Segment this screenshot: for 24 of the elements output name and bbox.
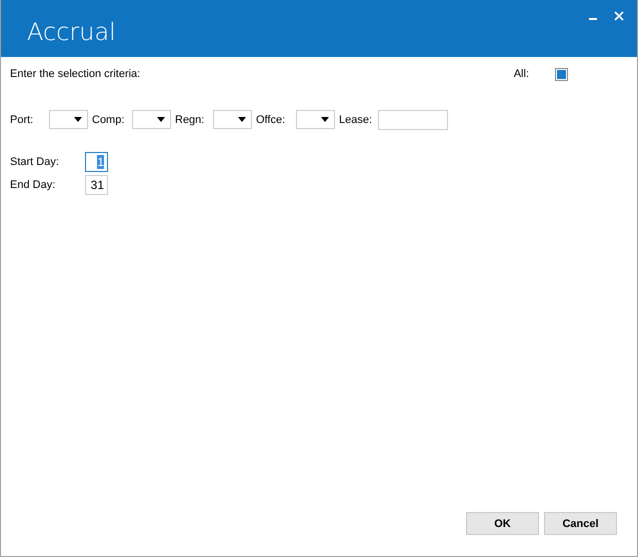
caret-icon — [157, 117, 165, 122]
all-checkbox[interactable] — [555, 68, 568, 80]
field-label: Offce: — [256, 114, 286, 126]
close-icon[interactable] — [613, 10, 625, 22]
ok-button[interactable]: OK — [466, 512, 539, 535]
field-label: Comp: — [92, 114, 126, 126]
caret-icon — [238, 117, 246, 122]
lease-field[interactable] — [378, 110, 448, 130]
field-label: Port: — [10, 114, 34, 126]
day-label: Start Day: — [10, 156, 60, 168]
prompt-text: Enter the selection criteria: — [10, 68, 140, 80]
cancel-button[interactable]: Cancel — [544, 512, 617, 535]
field-label: Regn: — [175, 114, 206, 126]
dropdown[interactable] — [296, 110, 335, 129]
all-label: All: — [514, 68, 529, 80]
caret-icon — [321, 117, 329, 122]
window-title: Accrual — [27, 18, 116, 46]
dropdown[interactable] — [213, 110, 252, 129]
dropdown[interactable] — [132, 110, 171, 129]
caret-icon — [74, 117, 82, 122]
field-label: Lease: — [339, 114, 374, 126]
day-field[interactable]: 31 — [85, 175, 108, 195]
dropdown[interactable] — [49, 110, 88, 129]
day-label: End Day: — [10, 179, 56, 191]
